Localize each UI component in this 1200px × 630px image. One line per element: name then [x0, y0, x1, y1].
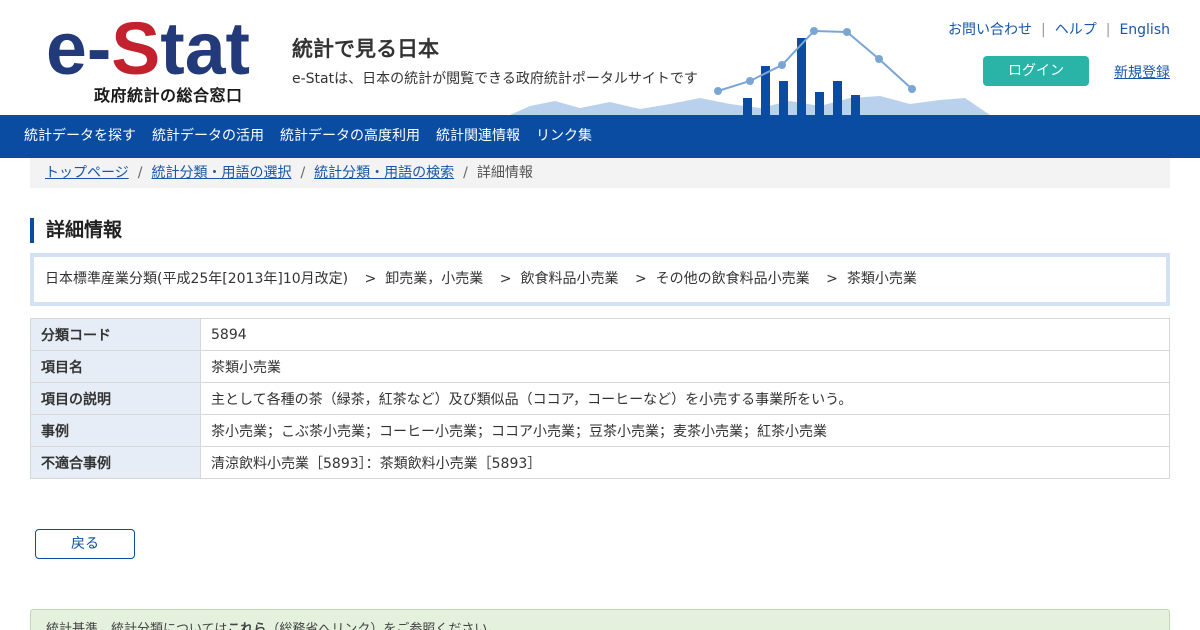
global-nav: 統計データを探す 統計データの活用 統計データの高度利用 統計関連情報 リンク集 — [0, 115, 1200, 158]
site-title: 統計で見る日本 — [292, 37, 439, 61]
path-separator: > — [364, 271, 377, 287]
site-header: e-Stat 政府統計の総合窓口 統計で見る日本 e-Statは、日本の統計が閲… — [0, 0, 1200, 115]
util-separator: | — [1105, 22, 1111, 38]
breadcrumb-link-top[interactable]: トップページ — [45, 165, 129, 181]
contact-link[interactable]: お問い合わせ — [948, 22, 1032, 38]
classification-path: 日本標準産業分類(平成25年[2013年]10月改定) > 卸売業，小売業 > 飲食… — [30, 253, 1170, 306]
nav-item-links[interactable]: リンク集 — [536, 115, 592, 158]
path-item: その他の飲食料品小売業 — [655, 271, 810, 287]
util-separator: | — [1041, 22, 1046, 38]
nav-item-search-data[interactable]: 統計データを探す — [24, 115, 136, 158]
table-row: 項目の説明 主として各種の茶（緑茶，紅茶など）及び類似品（ココア，コーヒーなど）… — [30, 382, 1170, 415]
row-value-examples: 茶小売業；こぶ茶小売業；コーヒー小売業；ココア小売業；豆茶小売業；麦茶小売業；紅… — [200, 414, 1170, 447]
decorative-graph-illustration — [510, 27, 990, 115]
path-separator: > — [499, 271, 512, 287]
row-label-code: 分類コード — [30, 318, 201, 351]
row-label-description: 項目の説明 — [30, 382, 201, 415]
info-note: 統計基準，統計分類についてはこれら（総務省へリンク）をご参照ください。 — [30, 609, 1170, 630]
page-title: 詳細情報 — [30, 218, 122, 243]
breadcrumb-current: 詳細情報 — [476, 165, 533, 181]
path-item: 飲食料品小売業 — [520, 271, 619, 287]
nav-item-advanced-use[interactable]: 統計データの高度利用 — [280, 115, 420, 158]
nav-item-use-data[interactable]: 統計データの活用 — [152, 115, 264, 158]
nav-item-related-info[interactable]: 統計関連情報 — [436, 115, 520, 158]
login-button[interactable]: ログイン — [983, 56, 1089, 86]
logo-letters: tat — [160, 12, 250, 78]
breadcrumb-separator: / — [463, 165, 468, 181]
table-row: 不適合事例 清涼飲料小売業［5893］：茶類飲料小売業［5893］ — [30, 446, 1170, 479]
english-link[interactable]: English — [1119, 22, 1170, 38]
row-label-item-name: 項目名 — [30, 350, 201, 383]
breadcrumb-separator: / — [137, 165, 143, 181]
table-row: 分類コード 5894 — [30, 318, 1170, 351]
table-row: 項目名 茶類小売業 — [30, 350, 1170, 383]
logo-letters: e- — [46, 12, 111, 78]
breadcrumb: トップページ / 統計分類・用語の選択 / 統計分類・用語の検索 / 詳細情報 — [30, 158, 1170, 188]
path-item: 卸売業，小売業 — [385, 271, 484, 287]
back-button[interactable]: 戻る — [35, 529, 135, 559]
path-separator: > — [826, 271, 838, 287]
estat-logo[interactable]: e-Stat 政府統計の総合窓口 — [46, 12, 250, 105]
svg-text:e-Stat: e-Stat — [46, 12, 250, 78]
logo-subtitle: 政府統計の総合窓口 — [94, 86, 243, 105]
row-value-description: 主として各種の茶（緑茶，紅茶など）及び類似品（ココア，コーヒーなど）を小売する事… — [200, 382, 1170, 415]
note-link[interactable]: これら — [227, 622, 266, 630]
utility-links: お問い合わせ | ヘルプ | English — [948, 19, 1170, 39]
register-link[interactable]: 新規登録 — [1114, 62, 1170, 82]
row-value-non-examples: 清涼飲料小売業［5893］：茶類飲料小売業［5893］ — [200, 446, 1170, 479]
breadcrumb-separator: / — [300, 165, 306, 181]
path-item: 茶類小売業 — [846, 271, 917, 287]
help-link[interactable]: ヘルプ — [1055, 22, 1097, 38]
estat-logo-wordmark: e-Stat — [46, 12, 250, 78]
note-text-prefix: 統計基準，統計分類については — [46, 622, 228, 630]
row-label-non-examples: 不適合事例 — [30, 446, 201, 479]
row-label-examples: 事例 — [30, 414, 201, 447]
row-value-item-name: 茶類小売業 — [200, 350, 1170, 383]
table-row: 事例 茶小売業；こぶ茶小売業；コーヒー小売業；ココア小売業；豆茶小売業；麦茶小売… — [30, 414, 1170, 447]
detail-table: 分類コード 5894 項目名 茶類小売業 項目の説明 主として各種の茶（緑茶，紅… — [30, 318, 1170, 479]
row-value-code: 5894 — [200, 318, 1170, 351]
logo-letters: S — [111, 12, 160, 78]
note-text-suffix: （総務省へリンク）をご参照ください。 — [266, 622, 501, 630]
breadcrumb-link-classification-search[interactable]: 統計分類・用語の検索 — [314, 165, 454, 181]
path-item: 日本標準産業分類(平成25年[2013年]10月改定) — [45, 271, 349, 287]
breadcrumb-link-classification-select[interactable]: 統計分類・用語の選択 — [151, 165, 291, 181]
path-separator: > — [634, 271, 647, 287]
